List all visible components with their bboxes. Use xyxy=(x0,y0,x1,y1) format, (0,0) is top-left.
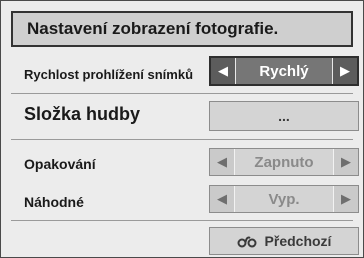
separator xyxy=(11,139,353,140)
repeat-selector[interactable]: ◀ Zapnuto ▶ xyxy=(209,148,359,176)
music-folder-button[interactable]: ... xyxy=(209,101,359,131)
slide-speed-left-arrow-icon[interactable]: ◀ xyxy=(211,58,235,84)
shuffle-value: Vyp. xyxy=(234,186,334,212)
shuffle-selector[interactable]: ◀ Vyp. ▶ xyxy=(209,185,359,213)
separator xyxy=(11,220,353,221)
shuffle-label: Náhodné xyxy=(24,194,84,210)
back-button-label: Předchozí xyxy=(264,233,332,249)
separator xyxy=(11,93,353,94)
back-button[interactable]: Předchozí xyxy=(209,227,359,255)
repeat-left-arrow-icon[interactable]: ◀ xyxy=(210,149,234,175)
shuffle-left-arrow-icon[interactable]: ◀ xyxy=(210,186,234,212)
slide-speed-right-arrow-icon[interactable]: ▶ xyxy=(333,58,357,84)
slide-speed-label: Rychlost prohlížení snímků xyxy=(24,67,194,82)
shuffle-right-arrow-icon[interactable]: ▶ xyxy=(334,186,358,212)
photo-display-settings-dialog: Nastavení zobrazení fotografie. Rychlost… xyxy=(0,0,364,258)
dialog-title: Nastavení zobrazení fotografie. xyxy=(11,11,353,47)
repeat-label: Opakování xyxy=(24,156,96,172)
repeat-value: Zapnuto xyxy=(234,149,334,175)
music-folder-label: Složka hudby xyxy=(24,104,141,124)
back-arrow-icon xyxy=(237,234,259,248)
repeat-right-arrow-icon[interactable]: ▶ xyxy=(334,149,358,175)
slide-speed-selector[interactable]: ◀ Rychlý ▶ xyxy=(209,56,359,86)
slide-speed-value: Rychlý xyxy=(235,58,333,84)
